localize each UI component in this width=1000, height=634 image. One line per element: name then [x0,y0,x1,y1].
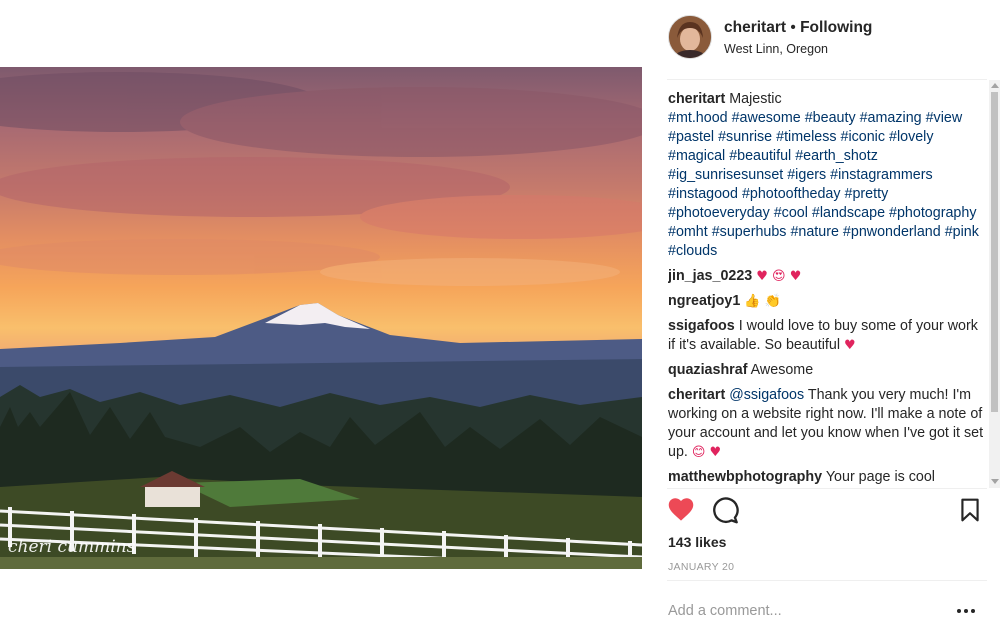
landscape-illustration [0,72,642,569]
likes-count[interactable]: 143 likes [668,534,726,550]
more-options-button[interactable] [957,603,981,619]
hashtag-link[interactable]: #sunrise [718,129,772,145]
hashtag-link[interactable]: #omht [668,224,708,240]
mention-link[interactable]: @ssigafoos [729,387,804,403]
hashtag-link[interactable]: #photoeveryday [668,205,770,221]
comment-emoji: 😊 ♥ [691,445,722,460]
comment-button[interactable] [711,496,741,526]
heart-icon [668,498,694,521]
bookmark-icon [961,498,979,522]
hashtag-link[interactable]: #beauty [805,110,856,126]
caption-username-link[interactable]: cheritart [668,91,725,107]
more-icon [957,609,961,613]
comment-text: Awesome [750,362,814,378]
hashtag-link[interactable]: #cool [774,205,808,221]
save-button[interactable] [957,496,987,526]
hashtag-link[interactable]: #magical [668,148,725,164]
separator-dot: • [786,19,801,36]
likes-number: 143 [668,534,692,550]
comment-item: matthewbphotography Your page is cool [668,468,988,486]
following-button[interactable]: Following [800,19,872,36]
hashtag-link[interactable]: #timeless [776,129,836,145]
hashtag-link[interactable]: #instagood [668,186,738,202]
post-photo[interactable]: cheri cummins [0,67,642,569]
comment-username-link[interactable]: quaziashraf [668,362,747,378]
hashtag-link[interactable]: #landscape [812,205,885,221]
post-sidebar: cheritart • Following West Linn, Oregon … [655,0,1000,634]
hashtag-link[interactable]: #earth_shotz [795,148,878,164]
location-link[interactable]: West Linn, Oregon [724,42,828,56]
hashtag-link[interactable]: #igers [787,167,826,183]
avatar-portrait [669,16,711,58]
comment-item: cheritart @ssigafoos Thank you very much… [668,386,988,462]
scroll-up-arrow-icon[interactable] [991,83,999,88]
post-header: cheritart • Following West Linn, Oregon [668,15,988,63]
hashtag-link[interactable]: #pnwonderland [843,224,941,240]
hashtag-link[interactable]: #pretty [845,186,889,202]
comment-icon [713,497,739,524]
cloud-layer [0,72,642,286]
comment-item: ngreatjoy1 👍 👏 [668,292,988,311]
comment-username-link[interactable]: ngreatjoy1 [668,293,740,309]
hashtag-link[interactable]: #pastel [668,129,714,145]
comment-item: jin_jas_0223 ♥ 😍 ♥ [668,267,988,286]
add-comment-input[interactable] [668,598,948,624]
instagram-post-page: cheri cummins cheritart • Following West… [0,0,1000,634]
comment-emoji: 👍 👏 [744,294,781,309]
hashtag-list: #mt.hood #awesome #beauty #amazing #view… [668,110,979,259]
divider [667,488,987,489]
photographer-signature: cheri cummins [8,537,136,557]
like-button[interactable] [667,496,697,526]
comments-list: cheritart Majestic #mt.hood #awesome #be… [668,90,988,486]
comments-scrollbar[interactable] [989,80,1000,488]
caption: cheritart Majestic #mt.hood #awesome #be… [668,90,988,261]
post-actions [667,496,987,530]
hashtag-link[interactable]: #photography [889,205,976,221]
scroll-thumb[interactable] [991,92,998,412]
comment-item: ssigafoos I would love to buy some of yo… [668,317,988,355]
comment-emoji: ♥ 😍 ♥ [756,269,802,284]
hashtag-link[interactable]: #ig_sunrisesunset [668,167,783,183]
post-username-row: cheritart • Following [724,19,872,37]
comment-username-link[interactable]: jin_jas_0223 [668,268,752,284]
comment-username-link[interactable]: matthewbphotography [668,469,822,485]
hashtag-link[interactable]: #iconic [841,129,886,145]
caption-text: Majestic [729,91,782,107]
post-date[interactable]: JANUARY 20 [668,561,734,573]
scroll-down-arrow-icon[interactable] [991,479,999,484]
comment-items: jin_jas_0223 ♥ 😍 ♥ ngreatjoy1 👍 👏 ssigafoo… [668,267,988,486]
more-icon-dot [971,609,975,613]
comment-text: Your page is cool [825,469,935,485]
divider [667,580,987,581]
comment-item: quaziashraf Awesome [668,361,988,380]
hashtag-link[interactable]: #pink [945,224,979,240]
hashtag-link[interactable]: #awesome [732,110,801,126]
hashtag-link[interactable]: #amazing [860,110,922,126]
hashtag-link[interactable]: #instagrammers [830,167,933,183]
hashtag-link[interactable]: #photooftheday [742,186,841,202]
avatar[interactable] [668,15,712,59]
hashtag-link[interactable]: #clouds [668,243,717,259]
hashtag-link[interactable]: #view [926,110,963,126]
comment-username-link[interactable]: ssigafoos [668,318,735,334]
comment-username-link[interactable]: cheritart [668,387,725,403]
hashtag-link[interactable]: #mt.hood [668,110,728,126]
hashtag-link[interactable]: #nature [790,224,839,240]
hashtag-link[interactable]: #beautiful [729,148,791,164]
divider [667,79,987,80]
comment-emoji: ♥ [844,338,856,353]
hashtag-link[interactable]: #lovely [889,129,934,145]
likes-label: likes [695,534,727,550]
more-icon-dot [964,609,968,613]
hashtag-link[interactable]: #superhubs [712,224,787,240]
post-username-link[interactable]: cheritart [724,19,786,36]
